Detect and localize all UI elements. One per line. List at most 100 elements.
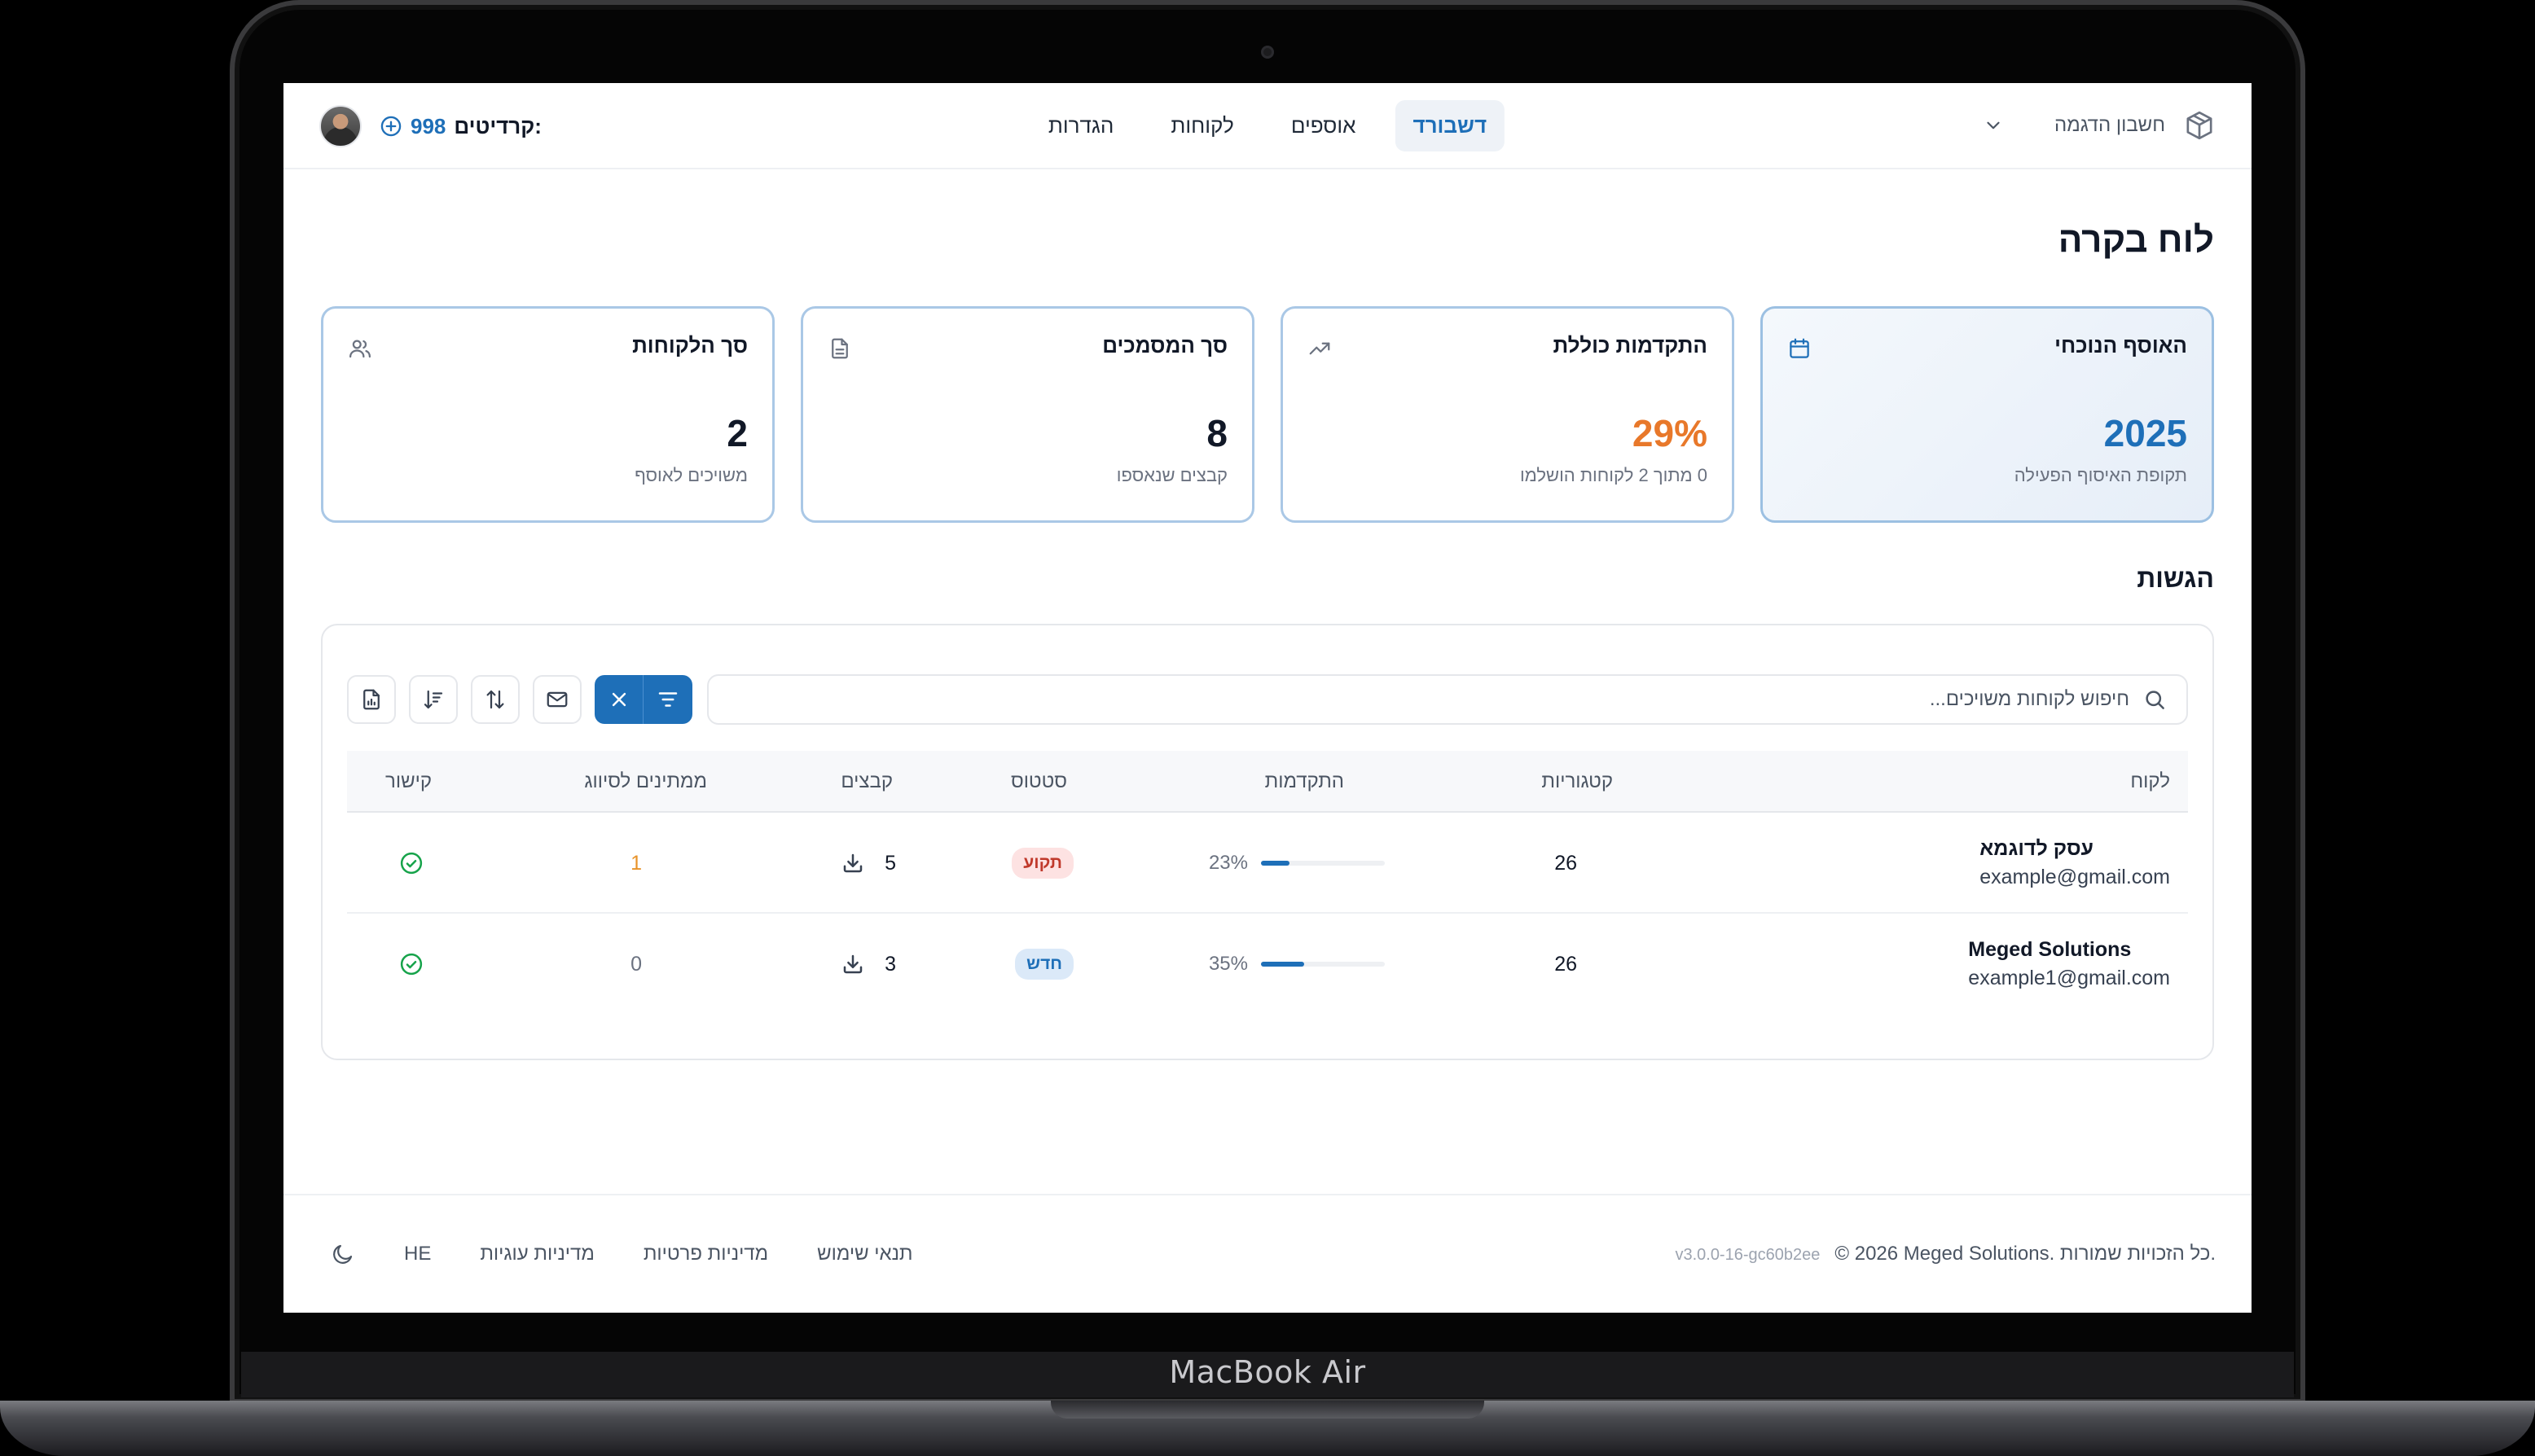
status-badge: תקוע bbox=[1012, 848, 1074, 879]
card-subtitle: תקופת האיסוף הפעילה bbox=[2014, 465, 2187, 485]
email-button[interactable] bbox=[533, 675, 582, 724]
card-title: האוסף הנוכחי bbox=[2054, 333, 2187, 357]
check-circle-icon[interactable] bbox=[399, 952, 424, 976]
filter-icon bbox=[658, 692, 678, 707]
pending-value: 1 bbox=[630, 851, 642, 875]
col-progress[interactable]: התקדמות bbox=[1265, 751, 1344, 813]
screen: חשבון הדגמה דשבורד אוספים לקוחות הגדרות … bbox=[283, 83, 2252, 1313]
link-cell bbox=[399, 914, 424, 1015]
main-nav: דשבורד אוספים לקוחות הגדרות bbox=[1030, 99, 1505, 151]
card-title: סך המסמכים bbox=[1102, 333, 1228, 357]
trending-up-icon bbox=[1309, 342, 1330, 355]
cookies-link[interactable]: מדיניות עוגיות bbox=[480, 1243, 594, 1265]
col-categories[interactable]: קטגוריות bbox=[1541, 751, 1613, 813]
customer-email: example1@gmail.com bbox=[1968, 967, 2170, 989]
col-pending[interactable]: ממתינים לסיווג bbox=[584, 751, 707, 813]
status-cell: חדש bbox=[1015, 914, 1074, 1015]
col-files[interactable]: קבצים bbox=[841, 751, 893, 813]
search-icon bbox=[2146, 691, 2164, 709]
nav-settings[interactable]: הגדרות bbox=[1030, 100, 1132, 151]
card-value: 2 bbox=[727, 412, 748, 454]
clear-filter-button[interactable] bbox=[595, 675, 644, 724]
filter-button[interactable] bbox=[644, 675, 692, 724]
app: חשבון הדגמה דשבורד אוספים לקוחות הגדרות … bbox=[283, 83, 2252, 1313]
card-value: 29% bbox=[1632, 412, 1707, 454]
download-icon[interactable] bbox=[841, 952, 865, 976]
categories-value: 26 bbox=[1554, 952, 1577, 976]
download-icon[interactable] bbox=[841, 851, 865, 875]
search-box[interactable] bbox=[707, 674, 2188, 725]
card-current-collection: האוסף הנוכחי 2025 תקופת האיסוף הפעילה bbox=[1760, 306, 2214, 523]
progress-percent: 35% bbox=[1208, 953, 1248, 975]
card-subtitle: 0 מתוך 2 לקוחות הושלמו bbox=[1519, 465, 1707, 485]
account-switcher[interactable]: חשבון הדגמה bbox=[1983, 109, 2216, 142]
table-row[interactable]: עסק לדוגמא example@gmail.com 26 23% תקוע… bbox=[347, 813, 2188, 914]
submissions-table: לקוח קטגוריות התקדמות סטטוס קבצים ממתיני… bbox=[347, 751, 2188, 1015]
version: v3.0.0-16-gc60b2ee bbox=[1675, 1246, 1821, 1264]
file-icon bbox=[832, 338, 848, 359]
footer: v3.0.0-16-gc60b2ee © 2026 Meged Solution… bbox=[283, 1194, 2252, 1313]
progress-cell: 35% bbox=[1209, 914, 1385, 1015]
credits-value: 998 bbox=[411, 113, 446, 138]
footer-links: תנאי שימוש מדיניות פרטיות מדיניות עוגיות… bbox=[331, 1242, 913, 1266]
progress-fill bbox=[1261, 962, 1305, 967]
mail-icon bbox=[547, 691, 568, 708]
progress-fill bbox=[1261, 861, 1289, 866]
check-circle-icon[interactable] bbox=[399, 851, 424, 875]
close-icon bbox=[612, 692, 626, 707]
device-label: MacBook Air bbox=[1169, 1354, 1366, 1390]
credits[interactable]: 998 קרדיטים: bbox=[380, 114, 542, 139]
table-row[interactable]: Meged Solutions example1@gmail.com 26 35… bbox=[347, 914, 2188, 1015]
users-icon bbox=[349, 340, 371, 358]
copyright-text: © 2026 Meged Solutions. כל הזכויות שמורו… bbox=[1834, 1243, 2216, 1265]
moon-icon[interactable] bbox=[331, 1242, 355, 1266]
calendar-icon bbox=[1790, 338, 1809, 358]
credits-area: 998 קרדיטים: bbox=[319, 83, 542, 169]
copyright: v3.0.0-16-gc60b2ee © 2026 Meged Solution… bbox=[1675, 1243, 2216, 1265]
sort-button[interactable] bbox=[409, 675, 458, 724]
plus-circle-icon[interactable] bbox=[380, 115, 402, 138]
search-input[interactable] bbox=[728, 688, 2129, 711]
col-status[interactable]: סטטוס bbox=[1011, 751, 1067, 813]
pending-value: 0 bbox=[630, 952, 642, 976]
nav-customers[interactable]: לקוחות bbox=[1153, 100, 1251, 151]
card-value: 8 bbox=[1206, 412, 1228, 454]
files-count: 3 bbox=[885, 952, 896, 976]
terms-link[interactable]: תנאי שימוש bbox=[817, 1243, 912, 1265]
stat-cards: האוסף הנוכחי 2025 תקופת האיסוף הפעילה הת… bbox=[321, 306, 2214, 523]
status-badge: חדש bbox=[1015, 949, 1074, 980]
page-title: לוח בקרה bbox=[2058, 220, 2214, 260]
webcam bbox=[1261, 46, 1274, 59]
avatar[interactable] bbox=[319, 105, 362, 147]
nav-dashboard[interactable]: דשבורד bbox=[1395, 99, 1505, 151]
submissions-panel: לקוח קטגוריות התקדמות סטטוס קבצים ממתיני… bbox=[321, 624, 2214, 1060]
file-chart-icon bbox=[363, 689, 380, 710]
progress-bar bbox=[1261, 861, 1385, 866]
sort-direction-button[interactable] bbox=[471, 675, 520, 724]
card-title: התקדמות כוללת bbox=[1553, 333, 1707, 357]
credits-label: קרדיטים: bbox=[454, 113, 542, 138]
progress-cell: 23% bbox=[1209, 813, 1385, 914]
col-link[interactable]: קישור bbox=[385, 751, 432, 813]
card-value: 2025 bbox=[2103, 412, 2187, 454]
language-toggle[interactable]: HE bbox=[404, 1243, 431, 1265]
customer-cell: עסק לדוגמא example@gmail.com bbox=[1979, 813, 2170, 914]
account-name: חשבון הדגמה bbox=[2054, 114, 2165, 136]
files-cell: 3 bbox=[841, 914, 896, 1015]
chevron-down-icon[interactable] bbox=[1983, 115, 2004, 136]
card-subtitle: משויכים לאוסף bbox=[635, 465, 748, 485]
progress-bar bbox=[1261, 962, 1385, 967]
privacy-link[interactable]: מדיניות פרטיות bbox=[644, 1243, 768, 1265]
nav-collections[interactable]: אוספים bbox=[1273, 100, 1374, 151]
sort-icon bbox=[424, 690, 443, 709]
card-overall-progress: התקדמות כוללת 29% 0 מתוך 2 לקוחות הושלמו bbox=[1281, 306, 1734, 523]
customer-name[interactable]: Meged Solutions bbox=[1968, 938, 2131, 962]
table-header: לקוח קטגוריות התקדמות סטטוס קבצים ממתיני… bbox=[347, 751, 2188, 813]
top-header: חשבון הדגמה דשבורד אוספים לקוחות הגדרות … bbox=[283, 83, 2252, 169]
files-count: 5 bbox=[885, 851, 896, 875]
progress-percent: 23% bbox=[1208, 852, 1248, 874]
customer-name[interactable]: עסק לדוגמא bbox=[1979, 837, 2093, 861]
col-customer[interactable]: לקוח bbox=[2130, 751, 2170, 813]
export-button[interactable] bbox=[347, 675, 396, 724]
submissions-toolbar bbox=[347, 674, 2188, 725]
